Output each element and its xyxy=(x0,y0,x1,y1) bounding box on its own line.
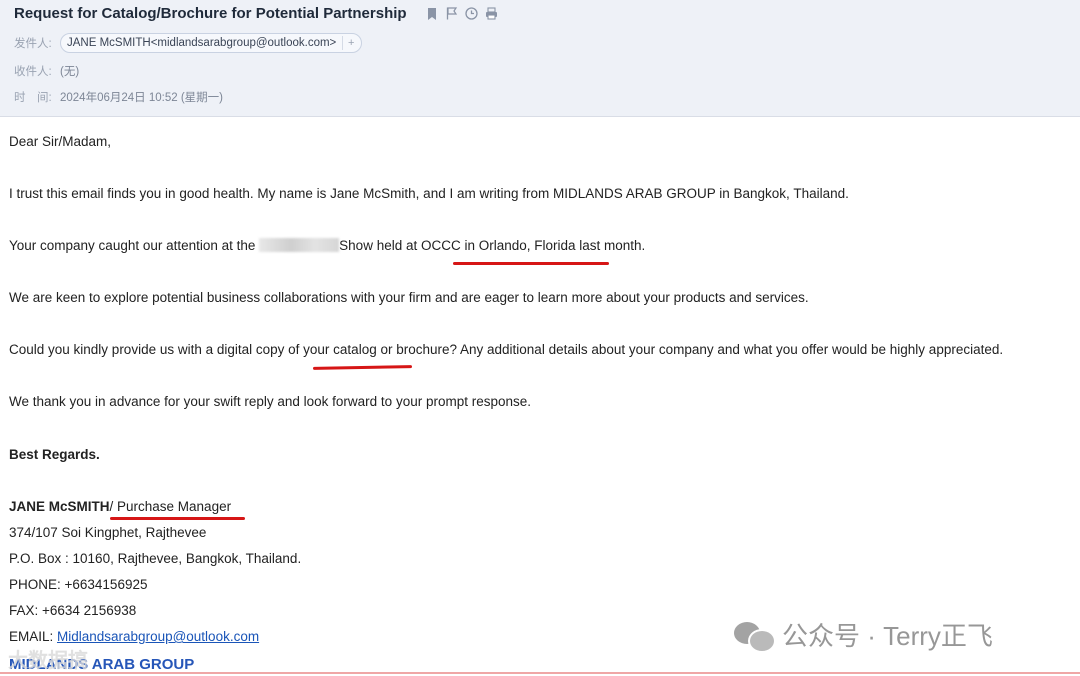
signature-fax: FAX: +6634 2156938 xyxy=(9,603,137,618)
clock-icon[interactable] xyxy=(465,7,479,21)
closing: Best Regards. xyxy=(9,447,100,462)
from-row: 发件人: JANE McSMITH<midlandsarabgroup@outl… xyxy=(14,33,363,53)
signature-email-link[interactable]: Midlandsarabgroup@outlook.com xyxy=(57,629,259,644)
time-row: 时 间: 2024年06月24日 10:52 (星期一) xyxy=(14,89,223,105)
signature-phone: PHONE: +6634156925 xyxy=(9,577,148,592)
email-subject: Request for Catalog/Brochure for Potenti… xyxy=(14,5,407,22)
email-header: Request for Catalog/Brochure for Potenti… xyxy=(0,0,1080,117)
signature-name: JANE McSMITH xyxy=(9,499,110,514)
signature-address-1: 374/107 Soi Kingphet, Rajthevee xyxy=(9,525,207,540)
signature-address-2: P.O. Box : 10160, Rajthevee, Bangkok, Th… xyxy=(9,551,302,566)
add-contact-button[interactable]: + xyxy=(342,36,359,50)
subject-row: Request for Catalog/Brochure for Potenti… xyxy=(14,5,499,22)
to-label: 收件人: xyxy=(14,66,52,78)
signature-email-label: EMAIL: xyxy=(9,629,58,644)
signature-email-line: EMAIL: Midlandsarabgroup@outlook.com xyxy=(9,629,259,644)
paragraph-show-start: Your company caught our attention at the xyxy=(9,238,260,253)
paragraph-show: Your company caught our attention at the… xyxy=(9,238,645,253)
sender-address: JANE McSMITH<midlandsarabgroup@outlook.c… xyxy=(67,37,337,49)
bottom-divider xyxy=(0,672,1080,674)
redacted-show-name xyxy=(259,238,340,252)
annotation-underline-title xyxy=(110,517,245,520)
from-label: 发件人: xyxy=(14,38,52,50)
to-value: (无) xyxy=(60,66,80,78)
watermark: 公众号 · Terry正飞 xyxy=(734,616,993,653)
paragraph-intro: I trust this email finds you in good hea… xyxy=(9,186,849,201)
watermark-secondary: 大数据搞 xyxy=(8,650,88,672)
time-label: 时 间: xyxy=(14,92,52,104)
time-value: 2024年06月24日 10:52 (星期一) xyxy=(60,92,223,104)
signature-name-line: JANE McSMITH/ Purchase Manager xyxy=(9,499,231,514)
watermark-text: 公众号 · Terry正飞 xyxy=(782,621,993,651)
flag-icon[interactable] xyxy=(445,7,459,21)
wechat-logo-icon xyxy=(734,620,776,653)
to-row: 收件人: (无) xyxy=(14,63,79,79)
paragraph-show-end: Show held at OCCC in Orlando, Florida la… xyxy=(339,238,646,253)
bookmark-icon[interactable] xyxy=(425,7,439,21)
signature-title: / Purchase Manager xyxy=(109,499,232,514)
paragraph-request: Could you kindly provide us with a digit… xyxy=(9,342,1004,357)
print-icon[interactable] xyxy=(485,7,499,21)
greeting: Dear Sir/Madam, xyxy=(9,134,112,149)
sender-chip[interactable]: JANE McSMITH<midlandsarabgroup@outlook.c… xyxy=(60,33,363,53)
annotation-underline-location xyxy=(453,262,609,265)
annotation-underline-catalog xyxy=(312,365,413,370)
paragraph-collaboration: We are keen to explore potential busines… xyxy=(9,290,809,305)
subject-toolbar xyxy=(425,7,499,21)
paragraph-thanks: We thank you in advance for your swift r… xyxy=(9,394,532,409)
